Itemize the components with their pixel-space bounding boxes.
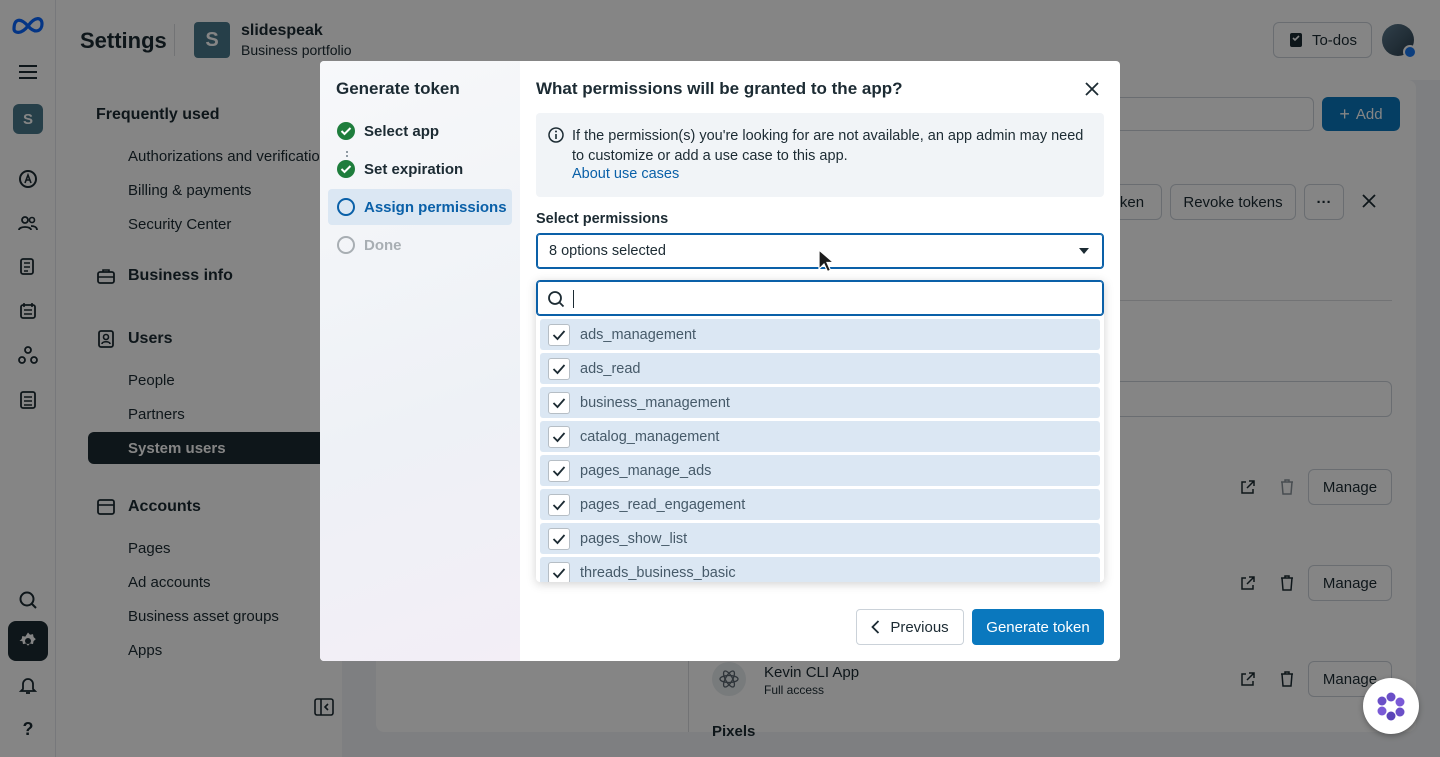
checkbox-checked[interactable] bbox=[548, 562, 570, 582]
checkbox-checked[interactable] bbox=[548, 324, 570, 346]
circle-outline-icon bbox=[337, 236, 355, 254]
permission-label: ads_read bbox=[580, 361, 641, 377]
checkbox-checked[interactable] bbox=[548, 426, 570, 448]
checkmark-icon bbox=[552, 398, 566, 409]
previous-label: Previous bbox=[890, 618, 949, 636]
mouse-cursor-icon bbox=[818, 248, 836, 278]
permission-option[interactable]: threads_business_basic bbox=[540, 557, 1100, 582]
checkbox-checked[interactable] bbox=[548, 358, 570, 380]
permission-option[interactable]: pages_read_engagement bbox=[540, 489, 1100, 520]
checkbox-checked[interactable] bbox=[548, 460, 570, 482]
caret-down-icon bbox=[1079, 248, 1089, 254]
check-circle-icon bbox=[337, 122, 355, 140]
checkbox-checked[interactable] bbox=[548, 494, 570, 516]
wizard-steps: Generate token Select app Set expiration… bbox=[320, 61, 520, 661]
step-label: Set expiration bbox=[364, 160, 464, 178]
permission-label: pages_manage_ads bbox=[580, 463, 712, 479]
permission-option[interactable]: catalog_management bbox=[540, 421, 1100, 452]
step-assign-permissions[interactable]: Assign permissions bbox=[328, 189, 512, 225]
chevron-left-icon bbox=[871, 620, 880, 634]
step-label: Done bbox=[364, 236, 402, 254]
circle-outline-icon bbox=[337, 198, 355, 216]
select-value: 8 options selected bbox=[549, 243, 666, 259]
checkbox-checked[interactable] bbox=[548, 528, 570, 550]
step-set-expiration[interactable]: Set expiration bbox=[328, 151, 512, 187]
permissions-search-input[interactable] bbox=[536, 280, 1104, 316]
ai-assistant-button[interactable] bbox=[1363, 678, 1419, 734]
checkmark-icon bbox=[552, 500, 566, 511]
checkmark-icon bbox=[552, 534, 566, 545]
close-dialog-icon[interactable] bbox=[1080, 77, 1104, 101]
generate-token-button[interactable]: Generate token bbox=[972, 609, 1104, 645]
permission-option[interactable]: business_management bbox=[540, 387, 1100, 418]
checkmark-icon bbox=[552, 432, 566, 443]
step-label: Select app bbox=[364, 122, 440, 140]
info-banner: If the permission(s) you're looking for … bbox=[536, 113, 1104, 197]
step-select-app[interactable]: Select app bbox=[328, 113, 512, 149]
previous-button[interactable]: Previous bbox=[856, 609, 964, 645]
permission-label: ads_management bbox=[580, 327, 697, 343]
info-icon bbox=[548, 127, 564, 143]
select-permissions-label: Select permissions bbox=[536, 211, 669, 227]
permission-label: business_management bbox=[580, 395, 730, 411]
about-use-cases-link[interactable]: About use cases bbox=[572, 166, 679, 182]
permission-option[interactable]: pages_manage_ads bbox=[540, 455, 1100, 486]
permission-option[interactable]: pages_show_list bbox=[540, 523, 1100, 554]
generate-token-dialog: Generate token Select app Set expiration… bbox=[320, 61, 1120, 661]
checkmark-icon bbox=[552, 330, 566, 341]
permission-label: threads_business_basic bbox=[580, 565, 736, 581]
checkbox-checked[interactable] bbox=[548, 392, 570, 414]
permissions-panel: What permissions will be granted to the … bbox=[520, 61, 1120, 661]
wizard-title: Generate token bbox=[336, 79, 460, 98]
search-icon bbox=[548, 291, 565, 308]
dialog-heading: What permissions will be granted to the … bbox=[536, 79, 903, 98]
check-circle-icon bbox=[337, 160, 355, 178]
permissions-dropdown: ads_management ads_read business_managemen… bbox=[536, 280, 1104, 582]
checkmark-icon bbox=[552, 364, 566, 375]
text-cursor bbox=[573, 290, 574, 308]
permission-label: pages_show_list bbox=[580, 531, 688, 547]
permission-option[interactable]: ads_read bbox=[540, 353, 1100, 384]
step-done[interactable]: Done bbox=[328, 227, 512, 263]
step-label: Assign permissions bbox=[364, 198, 507, 216]
permission-option[interactable]: ads_management bbox=[540, 319, 1100, 350]
permission-label: catalog_management bbox=[580, 429, 720, 445]
permission-label: pages_read_engagement bbox=[580, 497, 746, 513]
checkmark-icon bbox=[552, 568, 566, 579]
checkmark-icon bbox=[552, 466, 566, 477]
info-text: If the permission(s) you're looking for … bbox=[572, 128, 1084, 164]
assistant-icon bbox=[1377, 692, 1405, 721]
